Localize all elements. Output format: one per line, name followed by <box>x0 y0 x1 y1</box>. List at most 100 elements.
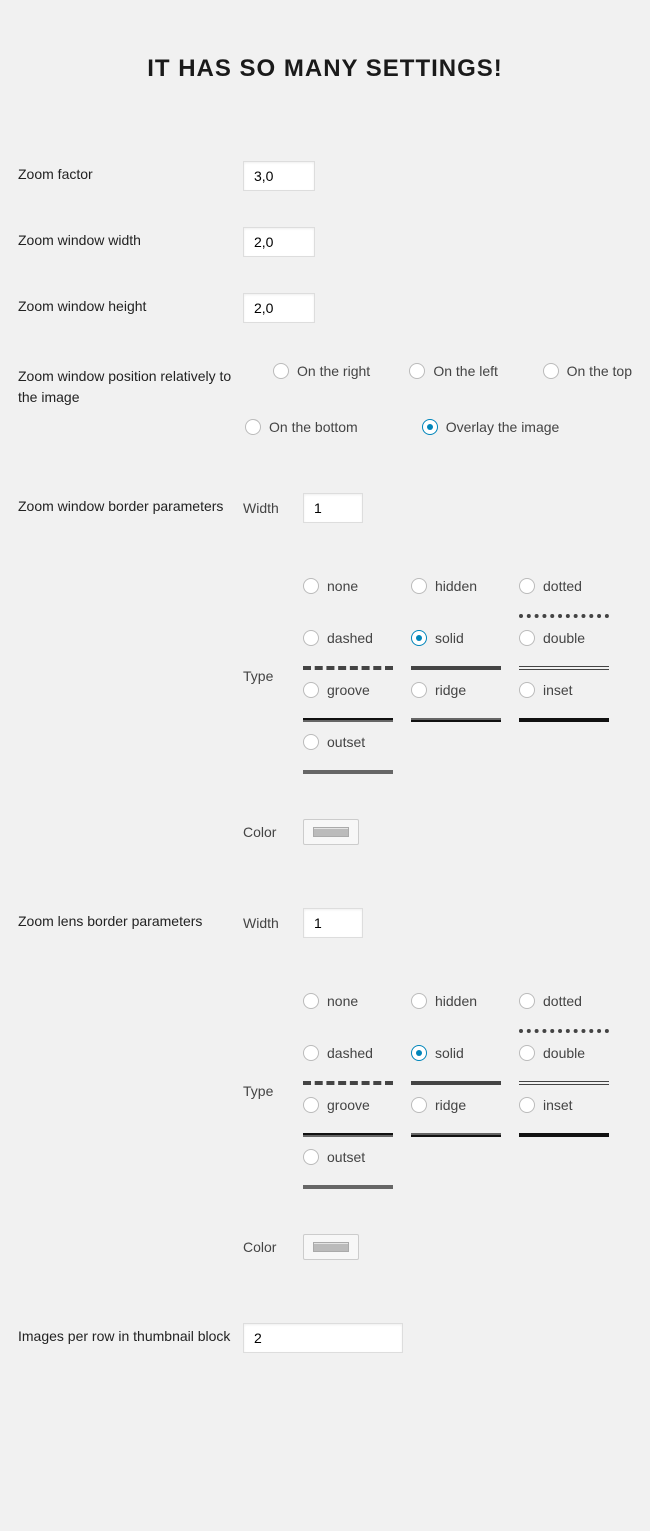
radio-icon <box>411 630 427 646</box>
radio-label: double <box>543 1045 585 1061</box>
radio-lens-inset[interactable]: inset <box>519 1097 609 1113</box>
border-preview <box>303 666 393 670</box>
border-preview <box>303 1185 393 1189</box>
radio-border-dotted[interactable]: dotted <box>519 578 609 594</box>
radio-icon <box>422 419 438 435</box>
lens-border-width-input[interactable] <box>303 908 363 938</box>
radio-label: outset <box>327 1149 365 1165</box>
row-zoom-lens-border: Zoom lens border parameters Width Type n… <box>18 878 632 1293</box>
radio-border-none[interactable]: none <box>303 578 393 594</box>
radio-label: outset <box>327 734 365 750</box>
radio-border-inset[interactable]: inset <box>519 682 609 698</box>
radio-label: On the top <box>567 363 632 379</box>
border-preview <box>303 1081 393 1085</box>
radio-lens-groove[interactable]: groove <box>303 1097 393 1113</box>
radio-icon <box>273 363 289 379</box>
radio-label: groove <box>327 682 370 698</box>
radio-border-outset[interactable]: outset <box>303 734 393 750</box>
color-swatch <box>313 827 349 837</box>
radio-position-right[interactable]: On the right <box>273 363 370 379</box>
label-zoom-window-border: Zoom window border parameters <box>18 493 243 517</box>
radio-position-overlay[interactable]: Overlay the image <box>422 419 560 435</box>
radio-label: dotted <box>543 578 582 594</box>
radio-lens-dashed[interactable]: dashed <box>303 1045 393 1061</box>
label-images-per-row: Images per row in thumbnail block <box>18 1323 243 1347</box>
radio-label: Overlay the image <box>446 419 560 435</box>
radio-position-bottom[interactable]: On the bottom <box>245 419 358 435</box>
border-preview <box>411 1081 501 1085</box>
lens-border-color-button[interactable] <box>303 1234 359 1260</box>
radio-icon <box>303 734 319 750</box>
radio-border-groove[interactable]: groove <box>303 682 393 698</box>
radio-border-dashed[interactable]: dashed <box>303 630 393 646</box>
sub-label-type: Type <box>243 1083 303 1099</box>
radio-lens-solid[interactable]: solid <box>411 1045 501 1061</box>
radio-icon <box>303 578 319 594</box>
radio-icon <box>303 1149 319 1165</box>
sub-label-type: Type <box>243 668 303 684</box>
border-preview <box>411 666 501 670</box>
radio-icon <box>303 630 319 646</box>
row-zoom-window-width: Zoom window width <box>18 209 632 275</box>
sub-label-color: Color <box>243 1239 303 1255</box>
label-zoom-factor: Zoom factor <box>18 161 243 185</box>
win-border-color-button[interactable] <box>303 819 359 845</box>
radio-border-hidden[interactable]: hidden <box>411 578 501 594</box>
win-border-width-input[interactable] <box>303 493 363 523</box>
zoom-factor-input[interactable] <box>243 161 315 191</box>
radio-label: groove <box>327 1097 370 1113</box>
radio-icon <box>245 419 261 435</box>
radio-icon <box>411 1045 427 1061</box>
radio-lens-hidden[interactable]: hidden <box>411 993 501 1009</box>
radio-icon <box>303 1097 319 1113</box>
radio-lens-outset[interactable]: outset <box>303 1149 393 1165</box>
border-preview <box>411 1133 501 1137</box>
page-title: IT HAS SO MANY SETTINGS! <box>18 55 632 83</box>
border-preview <box>519 1081 609 1085</box>
win-border-type-grid: none hidden dotted dashed solid double g… <box>303 578 632 774</box>
radio-icon <box>519 682 535 698</box>
radio-label: solid <box>435 1045 464 1061</box>
border-preview <box>519 1133 609 1137</box>
label-zoom-window-width: Zoom window width <box>18 227 243 251</box>
radio-label: dashed <box>327 630 373 646</box>
radio-label: On the left <box>433 363 498 379</box>
sub-label-width: Width <box>243 915 303 931</box>
radio-icon <box>411 1097 427 1113</box>
radio-border-double[interactable]: double <box>519 630 609 646</box>
radio-icon <box>519 1097 535 1113</box>
radio-lens-none[interactable]: none <box>303 993 393 1009</box>
row-zoom-window-height: Zoom window height <box>18 275 632 341</box>
radio-label: none <box>327 993 358 1009</box>
radio-border-solid[interactable]: solid <box>411 630 501 646</box>
border-preview <box>519 718 609 722</box>
radio-label: hidden <box>435 578 477 594</box>
color-swatch <box>313 1242 349 1252</box>
zoom-window-width-input[interactable] <box>243 227 315 257</box>
border-preview <box>411 614 501 618</box>
radio-icon <box>543 363 559 379</box>
radio-position-top[interactable]: On the top <box>543 363 632 379</box>
label-zoom-window-position: Zoom window position relatively to the i… <box>18 363 243 408</box>
border-preview <box>303 614 393 618</box>
radio-position-left[interactable]: On the left <box>409 363 498 379</box>
border-preview <box>519 666 609 670</box>
radio-label: ridge <box>435 682 466 698</box>
radio-label: dashed <box>327 1045 373 1061</box>
radio-border-ridge[interactable]: ridge <box>411 682 501 698</box>
radio-icon <box>303 1045 319 1061</box>
images-per-row-input[interactable] <box>243 1323 403 1353</box>
radio-lens-double[interactable]: double <box>519 1045 609 1061</box>
sub-label-width: Width <box>243 500 303 516</box>
border-preview <box>303 718 393 722</box>
radio-label: none <box>327 578 358 594</box>
radio-label: inset <box>543 1097 573 1113</box>
radio-icon <box>409 363 425 379</box>
radio-lens-ridge[interactable]: ridge <box>411 1097 501 1113</box>
zoom-window-height-input[interactable] <box>243 293 315 323</box>
row-zoom-factor: Zoom factor <box>18 143 632 209</box>
border-preview <box>519 614 609 618</box>
radio-label: dotted <box>543 993 582 1009</box>
radio-icon <box>519 1045 535 1061</box>
radio-lens-dotted[interactable]: dotted <box>519 993 609 1009</box>
